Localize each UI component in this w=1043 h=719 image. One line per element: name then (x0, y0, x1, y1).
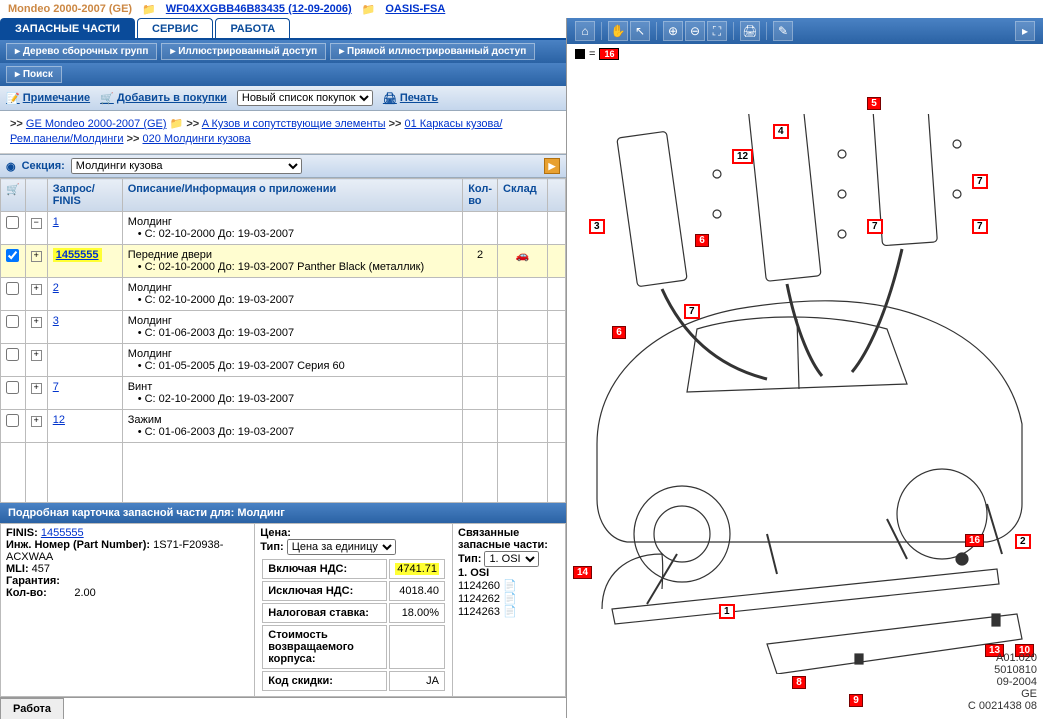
row-checkbox[interactable] (6, 348, 19, 361)
diagram-info: A01.020 5010810 09-2004 GE C 0021438 08 (968, 652, 1037, 712)
row-checkbox[interactable] (6, 315, 19, 328)
row-num-link[interactable]: 3 (53, 315, 59, 327)
expand-toggle[interactable]: − (31, 218, 42, 229)
detail-finis-link[interactable]: 1455555 (41, 527, 84, 539)
cart-icon: 🛒 (100, 92, 114, 105)
callout-3[interactable]: 3 (589, 219, 605, 234)
table-row[interactable]: −1Молдинг• C: 02-10-2000 До: 19-03-2007 (1, 212, 566, 245)
callout-7b[interactable]: 7 (972, 174, 988, 189)
callout-4[interactable]: 4 (773, 124, 789, 139)
callout-6b[interactable]: 6 (612, 326, 626, 339)
row-num-link[interactable]: 12 (53, 414, 65, 426)
model-label: Mondeo 2000-2007 (GE) (8, 3, 132, 15)
row-num-link[interactable]: 7 (53, 381, 59, 393)
expand-toggle[interactable]: + (31, 284, 42, 295)
tab-work[interactable]: РАБОТА (215, 18, 290, 38)
table-row[interactable]: +3Молдинг• C: 01-06-2003 До: 19-03-2007 (1, 311, 566, 344)
parts-table: 🛒 Запрос/ FINIS Описание/Информация о пр… (0, 178, 566, 503)
hand-icon[interactable]: ✋ (608, 21, 628, 41)
col-finis: Запрос/ FINIS (47, 179, 122, 212)
work-tab[interactable]: Работа (0, 698, 64, 719)
table-row[interactable]: +Молдинг• C: 01-05-2005 До: 19-03-2007 С… (1, 344, 566, 377)
print-button[interactable]: 🖨Печать (383, 92, 438, 105)
col-qty: Кол-во (463, 179, 498, 212)
crumb-model[interactable]: GE Mondeo 2000-2007 (GE) (26, 118, 167, 130)
print-icon-2[interactable]: 🖨 (740, 21, 760, 41)
price-type-select[interactable]: Цена за единицу (287, 539, 396, 555)
callout-12[interactable]: 12 (732, 149, 753, 164)
detail-header: Подробная карточка запасной части для: М… (0, 503, 566, 523)
nav-tree[interactable]: Дерево сборочных групп (6, 43, 157, 60)
diagram-viewer[interactable]: 3 4 5 6 6 12 7 7 7 7 14 1 2 16 8 9 10 11… (567, 64, 1043, 718)
zoom-out-icon[interactable]: ⊖ (685, 21, 705, 41)
row-checkbox[interactable] (6, 249, 19, 262)
table-row[interactable]: +12Зажим• C: 01-06-2003 До: 19-03-2007 (1, 410, 566, 443)
tab-spare-parts[interactable]: ЗАПАСНЫЕ ЧАСТИ (0, 18, 135, 38)
note-button[interactable]: 📝Примечание (6, 92, 90, 105)
callout-7a[interactable]: 7 (867, 219, 883, 234)
price-incl: 4741.71 (395, 563, 439, 575)
breadcrumb: >> GE Mondeo 2000-2007 (GE) 📁 >> A Кузов… (0, 111, 566, 154)
callout-7c[interactable]: 7 (972, 219, 988, 234)
section-action-button[interactable]: ▶ (544, 158, 560, 174)
callout-1[interactable]: 1 (719, 604, 735, 619)
expand-toggle[interactable]: + (31, 383, 42, 394)
callout-8[interactable]: 8 (792, 676, 806, 689)
callout-9[interactable]: 9 (849, 694, 863, 707)
folder-icon: 📁 (142, 3, 156, 16)
note-icon: 📝 (6, 92, 20, 105)
legend-marker: 16 (599, 48, 619, 60)
viewer-toolbar: ⌂ ✋ ↖ ⊕ ⊖ ⛶ 🖨 ✎ ▸ (567, 18, 1043, 44)
callout-5[interactable]: 5 (867, 97, 881, 110)
cursor-icon[interactable]: ↖ (630, 21, 650, 41)
vin-link[interactable]: WF04XXGBB46B83435 (12-09-2006) (166, 3, 352, 15)
expand-icon[interactable]: ▸ (1015, 21, 1035, 41)
expand-toggle[interactable]: + (31, 416, 42, 427)
table-row[interactable]: +2Молдинг• C: 02-10-2000 До: 19-03-2007 (1, 278, 566, 311)
add-to-cart-button[interactable]: 🛒Добавить в покупки (100, 92, 227, 105)
section-select[interactable]: Молдинги кузова (71, 158, 303, 174)
detail-table: FINIS: 1455555 Инж. Номер (Part Number):… (0, 523, 566, 697)
cart-col-icon: 🛒 (6, 184, 20, 196)
row-num-link[interactable]: 1 (53, 216, 59, 228)
car-diagram (567, 114, 1042, 674)
fit-icon[interactable]: ⛶ (707, 21, 727, 41)
zoom-in-icon[interactable]: ⊕ (663, 21, 683, 41)
nav-illus[interactable]: Иллюстрированный доступ (161, 43, 326, 60)
nav-search[interactable]: Поиск (6, 66, 62, 83)
callout-16[interactable]: 16 (965, 534, 984, 547)
callout-7d[interactable]: 7 (684, 304, 700, 319)
legend-swatch (575, 49, 585, 59)
callout-14[interactable]: 14 (573, 566, 592, 579)
nav-direct[interactable]: Прямой иллюстрированный доступ (330, 43, 535, 60)
expand-toggle[interactable]: + (31, 317, 42, 328)
row-checkbox[interactable] (6, 282, 19, 295)
row-num-link[interactable]: 2 (53, 282, 59, 294)
car-icon: 🚗 (516, 250, 530, 262)
related-type-select[interactable]: 1. OSI (484, 551, 539, 567)
folder-icon-2: 📁 (362, 3, 376, 16)
finis-link[interactable]: 1455555 (53, 248, 102, 262)
oasis-link[interactable]: OASIS-FSA (385, 3, 445, 15)
col-stock: Склад (498, 179, 548, 212)
callout-6a[interactable]: 6 (695, 234, 709, 247)
section-label: Секция: (22, 160, 65, 172)
table-row[interactable]: +7Винт• C: 02-10-2000 До: 19-03-2007 (1, 377, 566, 410)
shopping-list-select[interactable]: Новый список покупок (237, 90, 373, 106)
table-row[interactable]: +1455555Передние двери• C: 02-10-2000 До… (1, 245, 566, 278)
col-desc: Описание/Информация о приложении (122, 179, 462, 212)
row-checkbox[interactable] (6, 414, 19, 427)
row-checkbox[interactable] (6, 381, 19, 394)
home-icon[interactable]: ⌂ (575, 21, 595, 41)
print-icon: 🖨 (383, 92, 397, 105)
row-checkbox[interactable] (6, 216, 19, 229)
crumb-group[interactable]: A Кузов и сопутствующие элементы (202, 118, 386, 130)
expand-toggle[interactable]: + (31, 350, 42, 361)
edit-icon[interactable]: ✎ (773, 21, 793, 41)
crumb-leaf[interactable]: 020 Молдинги кузова (142, 133, 250, 145)
expand-toggle[interactable]: + (31, 251, 42, 262)
tab-service[interactable]: СЕРВИС (137, 18, 213, 38)
callout-2[interactable]: 2 (1015, 534, 1031, 549)
